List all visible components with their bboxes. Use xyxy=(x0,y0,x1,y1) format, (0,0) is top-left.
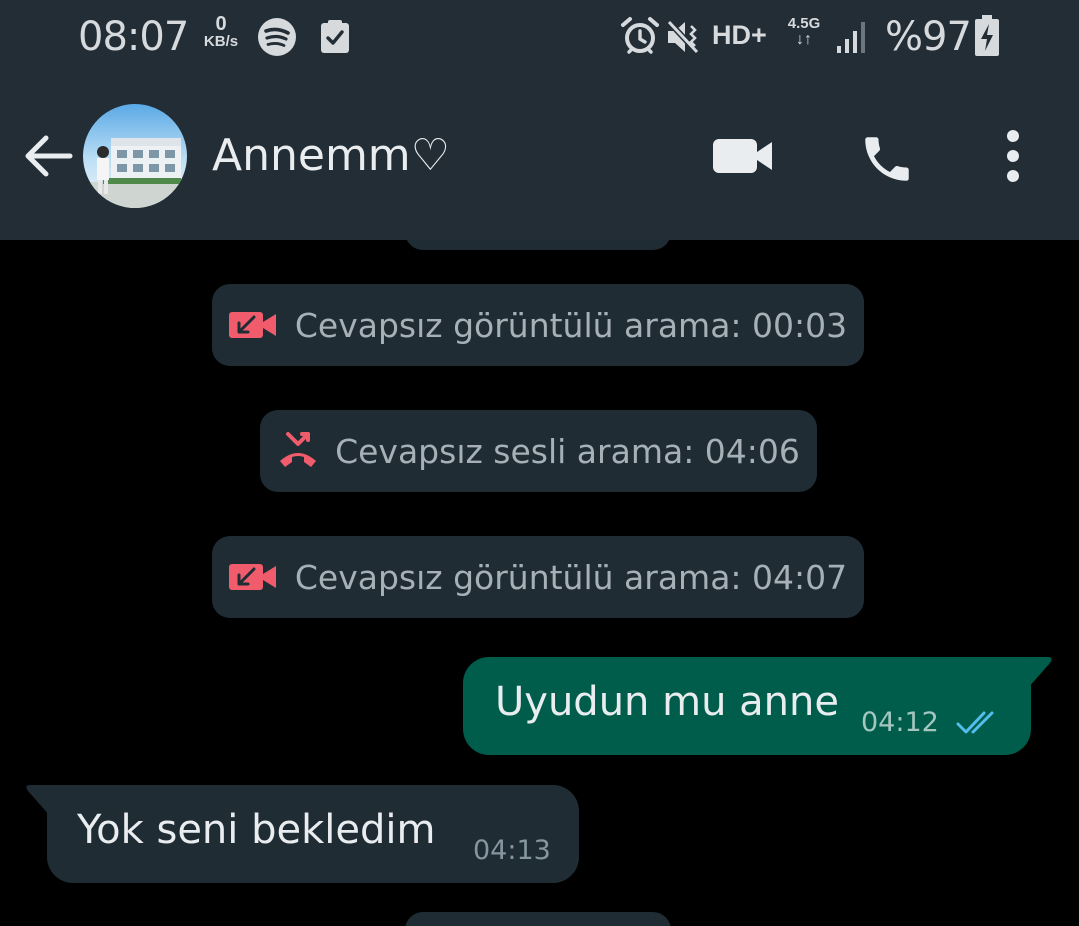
whatsapp-chat-screen: 08:07 0 KB/s HD+ 4.5G ↓↑ %97 Annemm♡ Cev… xyxy=(0,0,1079,926)
message-text: Yok seni bekledim xyxy=(77,807,436,853)
next-message-partial xyxy=(405,912,671,926)
video-call-button[interactable] xyxy=(710,132,776,180)
missed-video-call-notice[interactable]: Cevapsız görüntülü arama: 00:03 xyxy=(212,284,864,366)
signal-icon xyxy=(836,20,870,54)
network-generation: 4.5G ↓↑ xyxy=(784,16,824,48)
more-options-icon xyxy=(1007,130,1019,182)
network-speed: 0 KB/s xyxy=(198,14,244,50)
spotify-icon xyxy=(257,17,297,57)
network-speed-value: 0 xyxy=(215,13,227,35)
missed-video-call-icon xyxy=(228,312,276,338)
more-options-button[interactable] xyxy=(996,128,1030,184)
voice-call-button[interactable] xyxy=(858,130,916,188)
contact-name[interactable]: Annemm♡ xyxy=(212,126,450,186)
voice-call-icon xyxy=(865,137,909,181)
chat-messages-area[interactable]: Cevapsız görüntülü arama: 00:03 Cevapsız… xyxy=(0,240,1079,926)
call-notice-text: Cevapsız görüntülü arama: 04:07 xyxy=(294,557,848,597)
missed-video-call-notice[interactable]: Cevapsız görüntülü arama: 04:07 xyxy=(212,536,864,618)
missed-voice-call-icon xyxy=(280,432,317,467)
message-time: 04:12 xyxy=(861,707,939,738)
back-button[interactable] xyxy=(20,128,76,184)
alarm-icon xyxy=(620,16,660,56)
chat-header: Annemm♡ xyxy=(0,76,1079,240)
network-generation-label: 4.5G xyxy=(787,15,821,32)
missed-video-call-icon xyxy=(228,564,276,590)
outgoing-message[interactable]: Uyudun mu anne 04:12 xyxy=(463,657,1031,755)
double-check-read-icon xyxy=(956,711,994,734)
missed-voice-call-notice[interactable]: Cevapsız sesli arama: 04:06 xyxy=(260,410,817,492)
back-arrow-icon xyxy=(25,135,73,177)
previous-message-partial xyxy=(405,240,671,250)
battery-charging-icon xyxy=(974,15,1000,57)
network-arrows: ↓↑ xyxy=(796,31,812,48)
video-call-icon xyxy=(713,139,772,173)
network-speed-unit: KB/s xyxy=(203,33,239,50)
network-type-hd: HD+ xyxy=(712,20,767,50)
message-time: 04:13 xyxy=(473,835,551,866)
call-notice-text: Cevapsız görüntülü arama: 00:03 xyxy=(294,305,848,345)
message-text: Uyudun mu anne xyxy=(495,679,839,725)
incoming-message[interactable]: Yok seni bekledim 04:13 xyxy=(47,785,579,883)
call-notice-text: Cevapsız sesli arama: 04:06 xyxy=(335,431,800,471)
contact-avatar[interactable] xyxy=(83,104,187,208)
status-bar: 08:07 0 KB/s HD+ 4.5G ↓↑ %97 xyxy=(0,0,1079,76)
check-notification-icon xyxy=(320,20,350,54)
status-time: 08:07 xyxy=(78,14,189,60)
mute-icon xyxy=(664,17,704,57)
battery-percentage: %97 xyxy=(885,14,972,60)
